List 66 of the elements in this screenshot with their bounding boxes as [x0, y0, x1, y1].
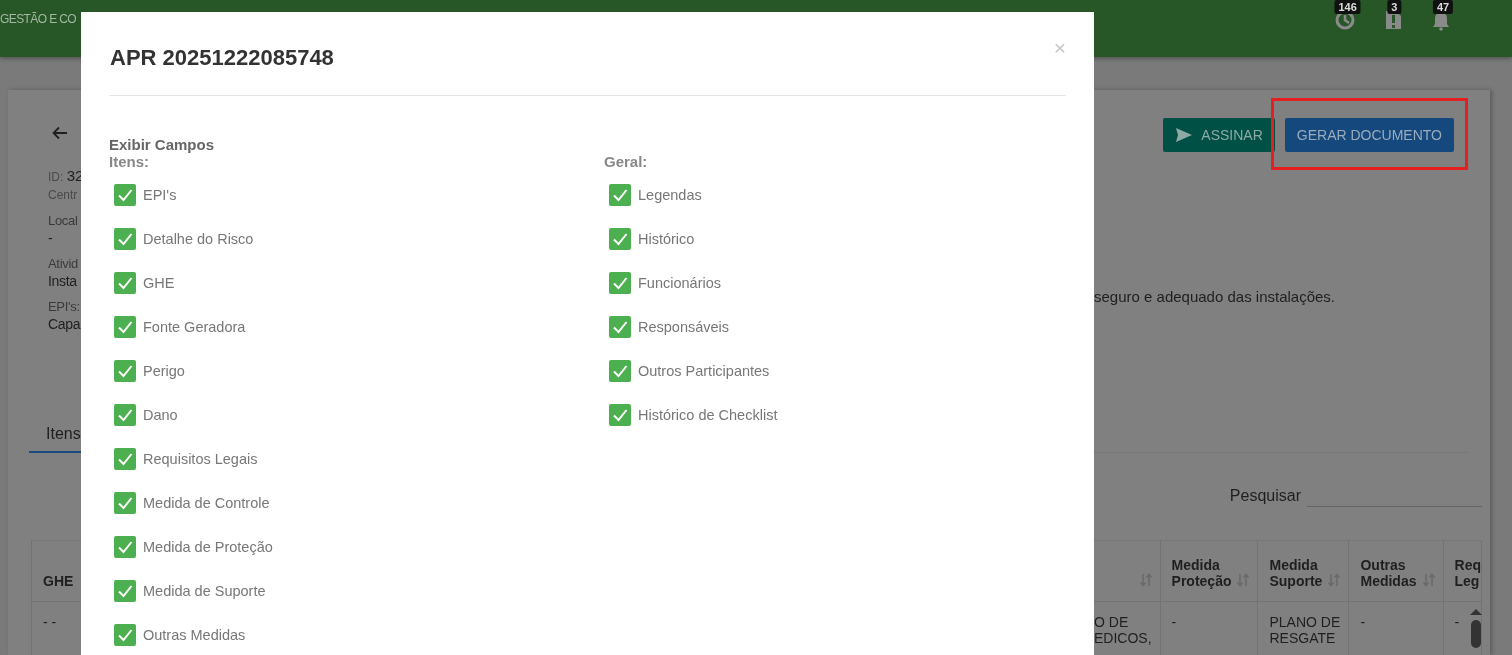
column-header-text: Medida Proteção [1171, 557, 1232, 589]
option-label[interactable]: Outros Participantes [638, 363, 770, 379]
field-label: Local [48, 213, 79, 228]
back-arrow-icon[interactable] [52, 125, 68, 141]
option-label[interactable]: Dano [143, 407, 178, 423]
field-value: Capa [48, 316, 81, 332]
field-label: Ativid [48, 256, 79, 271]
column-header-text: Outras Medidas [1360, 557, 1417, 589]
checkbox[interactable] [114, 184, 136, 206]
group-title: Geral: [604, 153, 649, 170]
checkbox[interactable] [609, 404, 631, 426]
option-label[interactable]: Fonte Geradora [143, 319, 246, 335]
count-badge: 47 [1432, 0, 1454, 14]
option-label[interactable]: Histórico [638, 231, 695, 247]
checkbox[interactable] [114, 492, 136, 514]
app-title: GESTÃO E CO [0, 12, 77, 26]
table-cell: - [1160, 601, 1258, 655]
field-value: Insta [48, 273, 78, 289]
description-text: seguro e adequado das instalações. [1094, 288, 1336, 305]
search-label: Pesquisar [1229, 487, 1301, 505]
option-label[interactable]: Requisitos Legais [143, 451, 258, 467]
option-label[interactable]: Outras Medidas [143, 627, 246, 643]
option-label[interactable]: GHE [143, 275, 175, 291]
option-label[interactable]: Legendas [638, 187, 702, 203]
generate-document-button[interactable]: GERAR DOCUMENTO [1284, 118, 1454, 152]
table-cell-text: - [1454, 614, 1460, 630]
checkbox[interactable] [114, 228, 136, 250]
column-header[interactable]: Outras Medidas [1348, 540, 1444, 602]
checkbox[interactable] [609, 316, 631, 338]
option-label[interactable]: Medida de Proteção [143, 539, 273, 555]
send-icon [1175, 127, 1194, 143]
checkbox[interactable] [114, 360, 136, 382]
checkbox[interactable] [114, 272, 136, 294]
checkbox[interactable] [114, 580, 136, 602]
tab[interactable]: Itens [29, 425, 81, 451]
checkbox[interactable] [114, 624, 136, 646]
column-header[interactable]: Req Leg [1443, 540, 1482, 602]
checkbox[interactable] [114, 448, 136, 470]
option-label[interactable]: Funcionários [638, 275, 721, 291]
count-badge: 146 [1334, 0, 1361, 14]
option-label[interactable]: Medida de Suporte [143, 583, 266, 599]
option-label[interactable]: Detalhe do Risco [143, 231, 254, 247]
checkbox[interactable] [114, 536, 136, 558]
column-header-text: Medida Suporte [1269, 557, 1323, 589]
table-cell: - [1348, 601, 1444, 655]
option-label[interactable]: Perigo [143, 363, 185, 379]
group-title: Itens: [109, 153, 150, 170]
option-label[interactable]: Responsáveis [638, 319, 730, 335]
checkbox[interactable] [609, 360, 631, 382]
table-cell: PLANO DE RESGATE [1257, 601, 1349, 655]
column-header[interactable]: Medida Suporte [1257, 540, 1349, 602]
option-label[interactable]: EPI's [143, 187, 177, 203]
option-label[interactable]: Histórico de Checklist [638, 407, 778, 423]
column-header[interactable]: Medida Proteção [1160, 540, 1258, 602]
option-label[interactable]: Medida de Controle [143, 495, 270, 511]
section-title: Exibir Campos [109, 136, 216, 153]
sign-button[interactable]: ASSINAR [1163, 118, 1275, 152]
field-value: - [48, 230, 54, 246]
field-label: EPI's: [48, 299, 81, 314]
checkbox[interactable] [609, 184, 631, 206]
checkbox[interactable] [609, 228, 631, 250]
checkbox[interactable] [609, 272, 631, 294]
checkbox[interactable] [114, 316, 136, 338]
modal-title: APR 20251222085748 [110, 45, 334, 71]
count-badge: 3 [1387, 0, 1402, 14]
checkbox[interactable] [114, 404, 136, 426]
